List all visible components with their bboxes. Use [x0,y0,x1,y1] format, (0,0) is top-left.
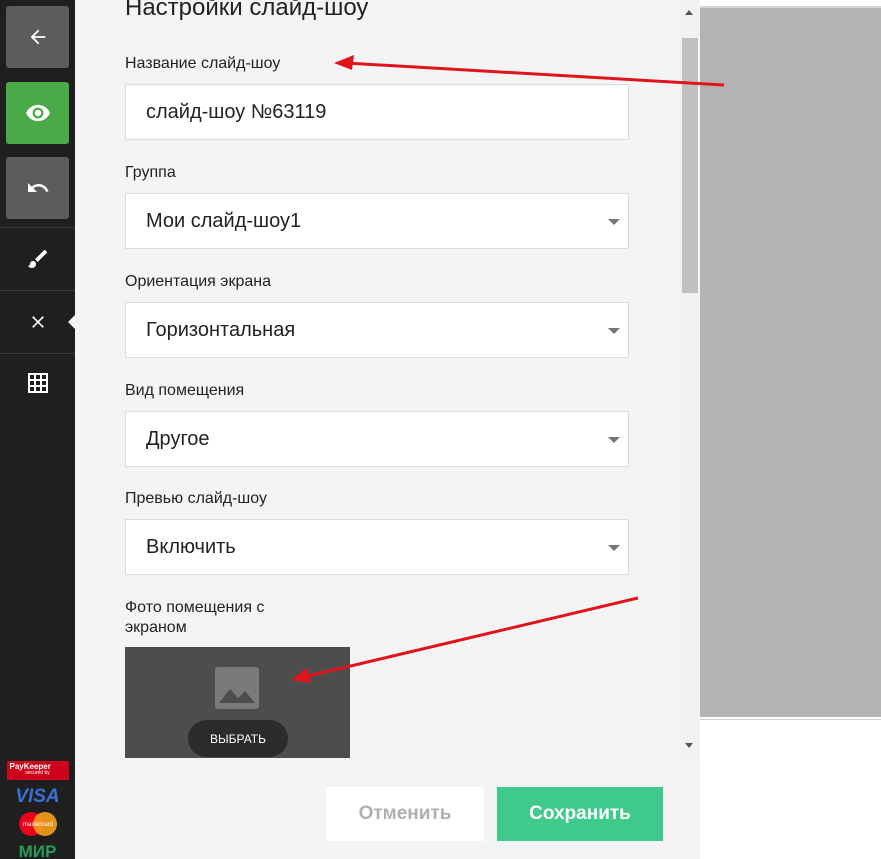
cancel-button[interactable]: Отменить [326,787,484,841]
room-type-label: Вид помещения [125,382,245,399]
room-photo-label: Фото помещения с экраном [125,598,264,638]
orientation-select[interactable]: Горизонтальная [125,302,629,358]
chevron-down-icon [608,437,620,443]
left-toolbar: PayKeeper secured by VISA mastercard МИР [0,0,76,859]
save-button[interactable]: Сохранить [497,787,663,841]
name-input-value: слайд-шоу №63119 [146,100,327,123]
group-label: Группа [125,164,176,181]
panel-scrollbar[interactable] [679,0,699,759]
preview-button[interactable] [6,82,69,144]
mastercard-logo: mastercard [0,811,75,837]
paykeeper-logo: PayKeeper secured by [0,761,75,780]
room-type-select[interactable]: Другое [125,411,629,467]
mir-logo: МИР [0,842,75,859]
close-settings-button[interactable] [0,291,75,353]
preview-label: Превью слайд-шоу [125,490,267,507]
undo-icon [27,183,48,192]
name-input[interactable]: слайд-шоу №63119 [125,84,629,140]
room-photo-label-line1: Фото помещения с [125,599,265,616]
room-photo-label-line2: экраном [125,619,187,636]
choose-photo-button[interactable]: ВЫБРАТЬ [188,720,288,757]
paykeeper-subtext: secured by [25,770,50,776]
arrow-left-icon [30,29,45,45]
orientation-label: Ориентация экрана [125,273,271,290]
svg-text:mastercard: mastercard [22,822,52,828]
scroll-thumb[interactable] [682,38,698,293]
slide-canvas[interactable] [700,8,881,717]
chevron-down-icon [608,219,620,225]
scroll-up-icon[interactable] [685,10,693,15]
brush-icon [27,250,47,268]
preview-select[interactable]: Включить [125,519,629,575]
grid-button[interactable] [0,354,75,412]
eye-icon [25,104,50,122]
back-button[interactable] [6,6,69,68]
undo-button[interactable] [6,157,69,219]
name-label: Название слайд-шоу [125,55,281,72]
brush-button[interactable] [0,228,75,290]
image-icon [215,667,259,709]
visa-logo: VISA [0,786,75,808]
chevron-down-icon [608,545,620,551]
preview-select-value: Включить [146,535,236,558]
group-select-value: Мои слайд-шоу1 [146,209,302,232]
canvas-border-bottom [700,719,881,720]
chevron-down-icon [608,328,620,334]
room-photo-upload[interactable]: ВЫБРАТЬ [125,647,350,758]
room-type-select-value: Другое [146,427,210,450]
close-icon [31,316,44,328]
grid-icon [27,373,48,393]
canvas-area [700,0,881,859]
mir-text: МИР [18,842,57,859]
visa-text: VISA [15,786,60,807]
slideshow-settings-panel: Настройки слайд-шоу Название слайд-шоу с… [75,0,700,859]
group-select[interactable]: Мои слайд-шоу1 [125,193,629,249]
panel-title: Настройки слайд-шоу [125,0,369,21]
scroll-down-icon[interactable] [685,743,693,748]
orientation-select-value: Горизонтальная [146,318,296,341]
